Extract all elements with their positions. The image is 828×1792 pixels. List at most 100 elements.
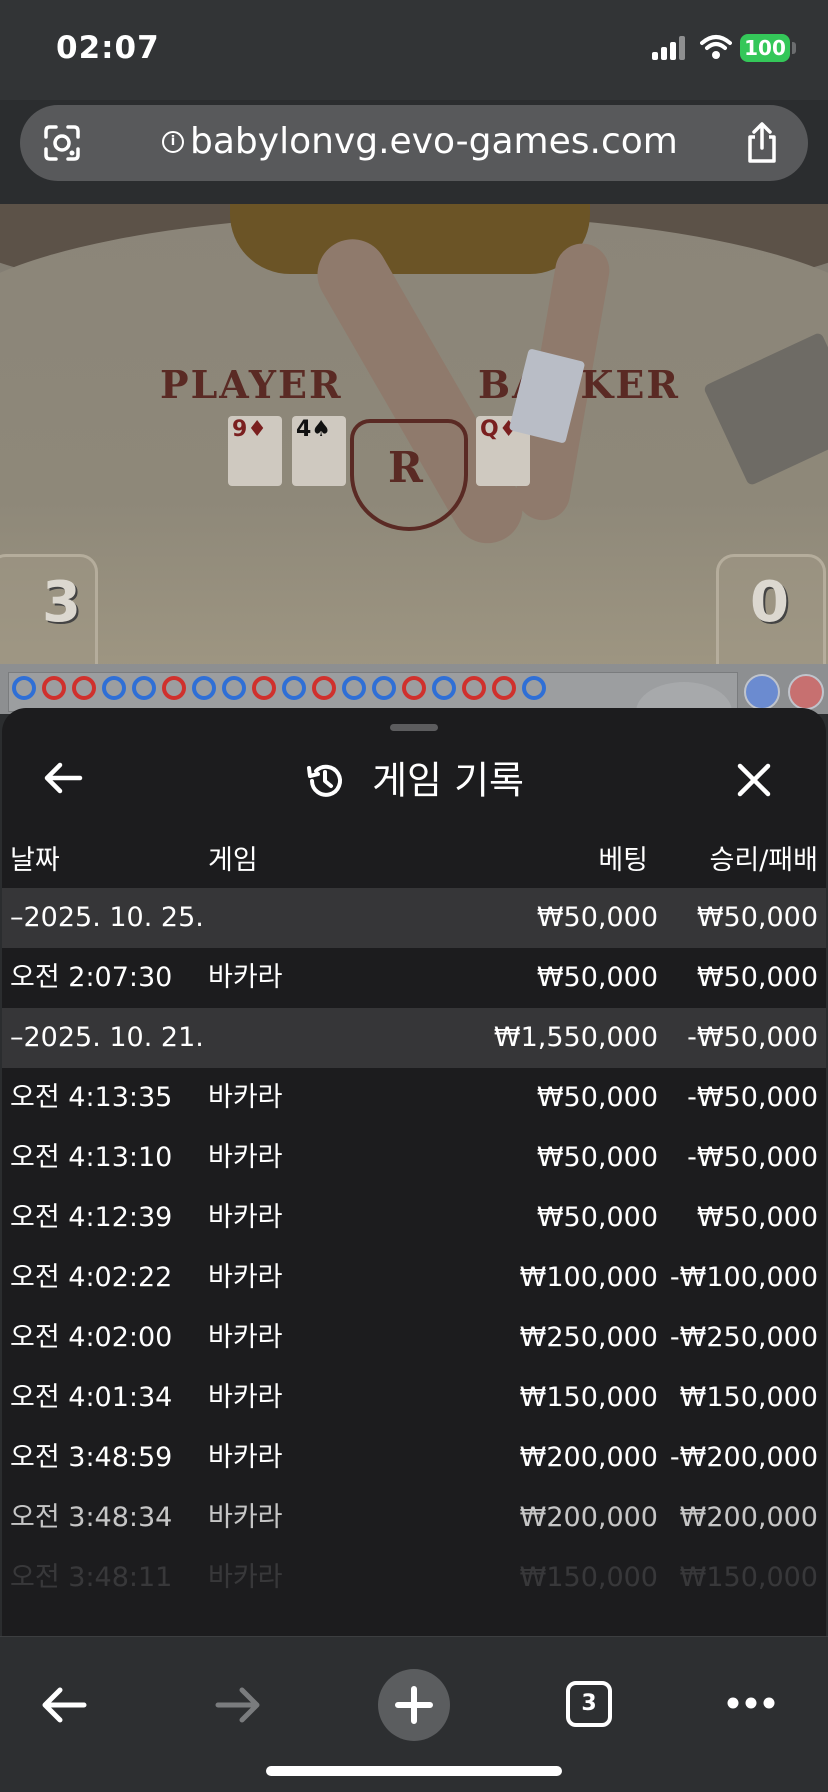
table-row[interactable]: 오전 3:48:59 바카라 ₩200,000 -₩200,000 xyxy=(2,1428,826,1488)
banker-predict-button[interactable] xyxy=(788,674,824,710)
url-bar[interactable]: i babylonvg.evo-games.com xyxy=(20,105,808,181)
banker-bead xyxy=(162,676,186,700)
row-time: 오전 4:02:00 xyxy=(10,1322,173,1353)
table-row[interactable]: 오전 3:48:11 바카라 ₩150,000 ₩150,000 xyxy=(2,1548,826,1608)
table-row[interactable]: 오전 4:01:34 바카라 ₩150,000 ₩150,000 xyxy=(2,1368,826,1428)
row-result: ₩150,000 xyxy=(679,1562,818,1593)
tabs-button[interactable]: 3 xyxy=(566,1681,612,1727)
row-game: 바카라 xyxy=(208,1382,283,1413)
row-game: 바카라 xyxy=(208,1442,283,1473)
row-result: -₩50,000 xyxy=(687,1142,818,1173)
banker-bead xyxy=(462,676,486,700)
player-bead xyxy=(102,676,126,700)
row-bet: ₩50,000 xyxy=(536,1202,658,1233)
table-row[interactable]: 오전 4:13:10 바카라 ₩50,000 -₩50,000 xyxy=(2,1128,826,1188)
player-bead xyxy=(372,676,396,700)
player-bead xyxy=(342,676,366,700)
row-game: 바카라 xyxy=(208,1502,283,1533)
row-result: -₩200,000 xyxy=(669,1442,818,1473)
row-result: ₩50,000 xyxy=(696,1202,818,1233)
row-game: 바카라 xyxy=(208,1202,283,1233)
new-tab-button[interactable] xyxy=(378,1669,450,1741)
home-indicator[interactable] xyxy=(266,1766,562,1776)
dealer xyxy=(230,204,590,274)
sheet-title-text: 게임 기록 xyxy=(372,758,524,803)
banker-score: 0 xyxy=(750,570,789,635)
lens-camera-icon[interactable] xyxy=(42,123,82,163)
game-history-sheet: 게임 기록 날짜 게임 베팅 승리/패배 –2025. 10. 25. ₩50,… xyxy=(2,708,826,1636)
player-bead xyxy=(282,676,306,700)
row-game: 바카라 xyxy=(208,1142,283,1173)
player-bead xyxy=(12,676,36,700)
history-table: –2025. 10. 25. ₩50,000 ₩50,000 오전 2:07:3… xyxy=(2,888,826,1608)
row-game: 바카라 xyxy=(208,1562,283,1593)
row-time: 오전 3:48:34 xyxy=(10,1502,173,1533)
info-icon[interactable]: i xyxy=(162,131,184,153)
row-time: 오전 4:12:39 xyxy=(10,1202,173,1233)
row-bet: ₩150,000 xyxy=(519,1382,658,1413)
group-bet-total: ₩1,550,000 xyxy=(493,1022,658,1053)
row-bet: ₩150,000 xyxy=(519,1562,658,1593)
row-time: 오전 2:07:30 xyxy=(10,962,173,993)
history-icon xyxy=(306,764,342,797)
group-date: –2025. 10. 21. xyxy=(10,1022,204,1053)
row-time: 오전 4:02:22 xyxy=(10,1262,173,1293)
wifi-icon xyxy=(700,35,732,59)
back-arrow-icon[interactable] xyxy=(36,1677,92,1733)
player-predict-button[interactable] xyxy=(744,674,780,710)
sheet-grabber[interactable] xyxy=(390,724,438,731)
group-bet-total: ₩50,000 xyxy=(536,902,658,933)
more-dots-icon[interactable] xyxy=(726,1695,776,1711)
banker-bead xyxy=(312,676,336,700)
row-bet: ₩50,000 xyxy=(536,1082,658,1113)
bead-road-strip xyxy=(0,664,828,742)
row-game: 바카라 xyxy=(208,1262,283,1293)
date-group-row[interactable]: –2025. 10. 25. ₩50,000 ₩50,000 xyxy=(2,888,826,948)
plus-icon xyxy=(395,1686,433,1724)
player-bead xyxy=(222,676,246,700)
row-time: 오전 3:48:59 xyxy=(10,1442,173,1473)
row-result: ₩50,000 xyxy=(696,962,818,993)
row-result: ₩200,000 xyxy=(679,1502,818,1533)
row-bet: ₩250,000 xyxy=(519,1322,658,1353)
player-card: 9♦ xyxy=(228,416,282,486)
row-result: -₩250,000 xyxy=(669,1322,818,1353)
column-header-game[interactable]: 게임 xyxy=(208,838,258,877)
row-game: 바카라 xyxy=(208,1322,283,1353)
row-bet: ₩100,000 xyxy=(519,1262,658,1293)
table-row[interactable]: 오전 3:48:34 바카라 ₩200,000 ₩200,000 xyxy=(2,1488,826,1548)
player-bead xyxy=(132,676,156,700)
player-score: 3 xyxy=(42,570,81,635)
sheet-title: 게임 기록 xyxy=(2,748,826,811)
table-row[interactable]: 오전 4:13:35 바카라 ₩50,000 -₩50,000 xyxy=(2,1068,826,1128)
table-row[interactable]: 오전 2:07:30 바카라 ₩50,000 ₩50,000 xyxy=(2,948,826,1008)
group-result-total: -₩50,000 xyxy=(687,1022,818,1053)
player-card: 4♠ xyxy=(292,416,346,486)
row-result: ₩150,000 xyxy=(679,1382,818,1413)
player-bead xyxy=(432,676,456,700)
column-header-date[interactable]: 날짜 xyxy=(10,838,60,877)
forward-arrow-icon[interactable] xyxy=(210,1677,266,1733)
row-time: 오전 3:48:11 xyxy=(10,1562,173,1593)
url-text[interactable]: babylonvg.evo-games.com xyxy=(190,121,678,162)
close-icon[interactable] xyxy=(726,752,782,808)
share-icon[interactable] xyxy=(742,121,782,165)
banker-bead xyxy=(402,676,426,700)
row-result: -₩50,000 xyxy=(687,1082,818,1113)
banker-bead xyxy=(492,676,516,700)
battery-tip xyxy=(792,42,796,54)
column-header-bet[interactable]: 베팅 xyxy=(598,838,648,877)
table-row[interactable]: 오전 4:12:39 바카라 ₩50,000 ₩50,000 xyxy=(2,1188,826,1248)
row-game: 바카라 xyxy=(208,962,283,993)
royal-crest-logo: R xyxy=(350,419,468,531)
date-group-row[interactable]: –2025. 10. 21. ₩1,550,000 -₩50,000 xyxy=(2,1008,826,1068)
banker-bead xyxy=(72,676,96,700)
table-row[interactable]: 오전 4:02:22 바카라 ₩100,000 -₩100,000 xyxy=(2,1248,826,1308)
group-result-total: ₩50,000 xyxy=(696,902,818,933)
player-bead xyxy=(522,676,546,700)
column-header-result[interactable]: 승리/패배 xyxy=(710,838,818,877)
table-row[interactable]: 오전 4:02:00 바카라 ₩250,000 -₩250,000 xyxy=(2,1308,826,1368)
banker-bead xyxy=(42,676,66,700)
live-video-feed[interactable]: PLAYER BANKER 9♦ 4♠ Q♦ R 3 0 xyxy=(0,204,828,664)
row-time: 오전 4:01:34 xyxy=(10,1382,173,1413)
